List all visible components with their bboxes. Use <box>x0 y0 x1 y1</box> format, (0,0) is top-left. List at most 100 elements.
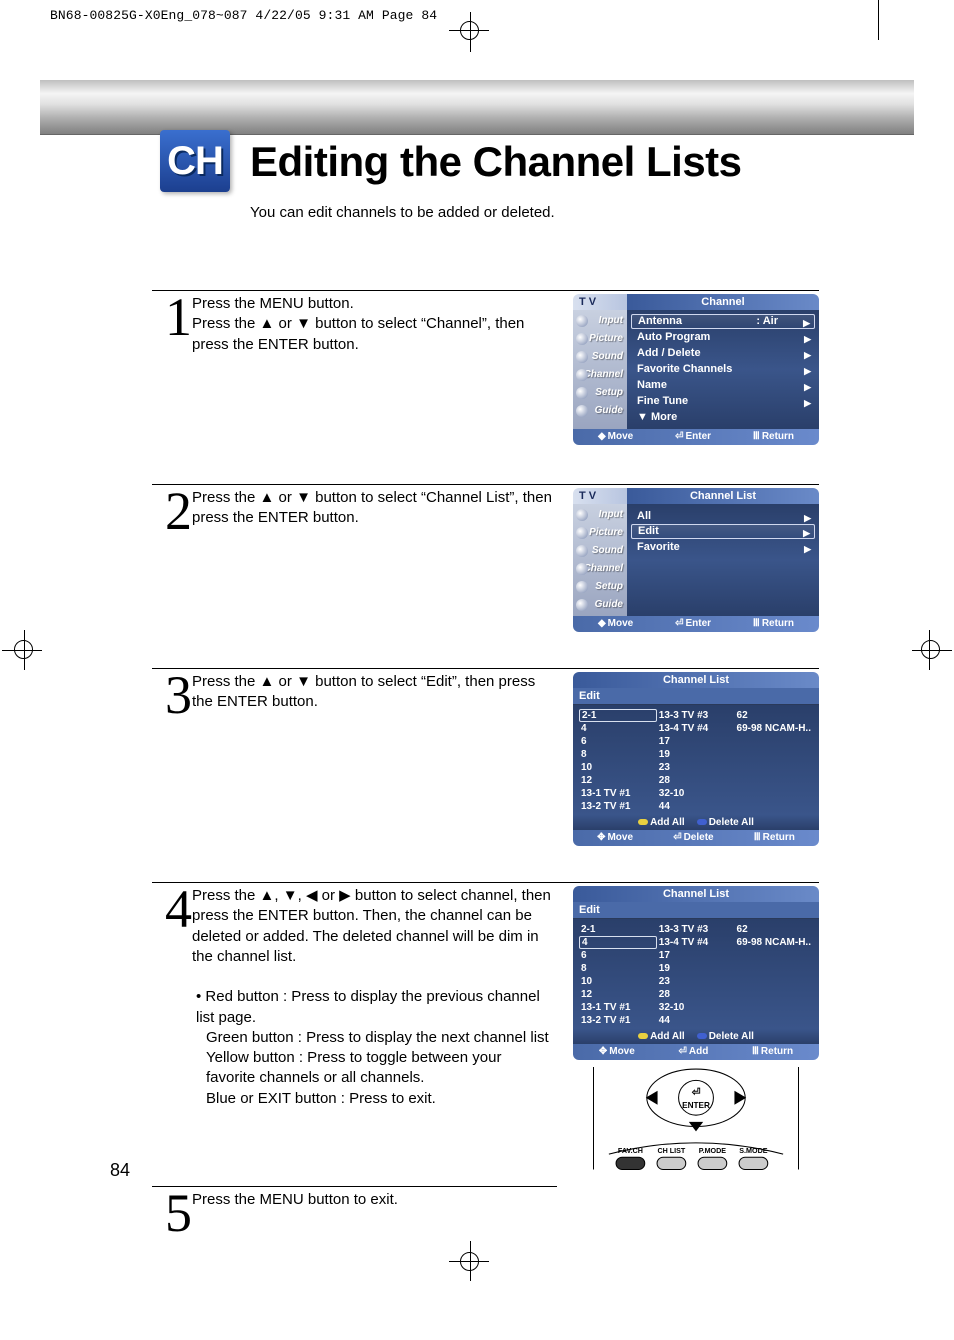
channel-list-item: 10 <box>579 761 657 774</box>
channel-list-item: 13-2 TV #1 <box>579 1014 657 1027</box>
channel-list-item: 62 <box>735 923 813 936</box>
osd-bottom-options: Add All Delete All <box>573 815 819 830</box>
osd-side-tab: Input <box>573 312 627 330</box>
enter-icon: ⏎ <box>673 832 681 843</box>
osd-header-left: T V <box>573 488 627 504</box>
channel-list-item: 17 <box>657 949 735 962</box>
osd-side-tab: Setup <box>573 384 627 402</box>
channel-list-item: 13-2 TV #1 <box>579 800 657 813</box>
osd-tab-edit: Edit <box>573 688 819 705</box>
page-number: 84 <box>110 1160 130 1181</box>
channel-list-item: 8 <box>579 748 657 761</box>
blue-dot-icon <box>697 819 707 825</box>
channel-list-item: 62 <box>735 709 813 722</box>
channel-list-item: 28 <box>657 988 735 1001</box>
osd-menu-row: Fine Tune▶ <box>631 393 815 409</box>
page-subtitle: You can edit channels to be added or del… <box>250 204 555 221</box>
channel-list-item: 13-4 TV #4 <box>657 722 735 735</box>
channel-list-item: 6 <box>579 735 657 748</box>
channel-list-item: 13-3 TV #3 <box>657 709 735 722</box>
osd-menu-row: Favorite▶ <box>631 539 815 555</box>
osd-menu-row: Name▶ <box>631 377 815 393</box>
step-instruction: Press the MENU button. Press the ▲ or ▼ … <box>192 294 552 355</box>
osd-side-tab: Input <box>573 506 627 524</box>
svg-text:ENTER: ENTER <box>682 1101 710 1110</box>
down-glyph: ▼ <box>296 489 311 506</box>
osd-channel-list-menu: T V Channel List InputPictureSoundChanne… <box>573 488 819 632</box>
updown-icon: ◆ <box>598 618 606 629</box>
channel-list-item: 17 <box>657 735 735 748</box>
channel-list-item: 4 <box>579 722 657 735</box>
ch-badge: CH CH <box>160 130 230 192</box>
osd-side-tab: Channel <box>573 560 627 578</box>
osd-tab-edit: Edit <box>573 902 819 919</box>
up-glyph: ▲ <box>260 489 275 506</box>
step-number: 1 <box>152 286 192 348</box>
down-glyph: ▼ <box>283 887 298 904</box>
step-instruction: Press the MENU button to exit. <box>192 1190 552 1210</box>
move-icon: ✥ <box>597 832 605 843</box>
channel-col-3: 6269-98 NCAM-H.. <box>735 709 813 813</box>
osd-menu-row: Antenna: Air▶ <box>631 314 815 329</box>
osd-channel-menu: T V Channel InputPictureSoundChannelSetu… <box>573 294 819 445</box>
channel-list-item: 32-10 <box>657 787 735 800</box>
osd-header-right: Channel <box>627 294 819 310</box>
osd-side-tab: Sound <box>573 348 627 366</box>
step-rule <box>152 484 819 485</box>
osd-side-tab: Setup <box>573 578 627 596</box>
svg-text:FAV.CH: FAV.CH <box>618 1147 643 1155</box>
step-rule <box>152 668 819 669</box>
down-glyph: ▼ <box>296 315 311 332</box>
right-glyph: ▶ <box>339 887 351 904</box>
channel-list-item: 69-98 NCAM-H.. <box>735 722 813 735</box>
move-icon: ✥ <box>599 1046 607 1057</box>
step-instruction: Press the ▲ or ▼ button to select “Edit”… <box>192 672 552 713</box>
channel-list-item: 23 <box>657 975 735 988</box>
channel-list-item: 2-1 <box>579 923 657 936</box>
step-number: 4 <box>152 878 192 940</box>
channel-list-item: 28 <box>657 774 735 787</box>
osd-header: Channel List <box>573 886 819 902</box>
osd-main-list: All▶Edit▶Favorite▶ <box>627 504 819 616</box>
osd-menu-row: All▶ <box>631 508 815 524</box>
up-glyph: ▲ <box>260 887 275 904</box>
menu-icon: Ⅲ <box>753 431 760 442</box>
channel-list-item: 13-1 TV #1 <box>579 787 657 800</box>
channel-list-item: 44 <box>657 1014 735 1027</box>
osd-side-tab: Guide <box>573 596 627 614</box>
down-glyph: ▼ <box>296 673 311 690</box>
channel-list-item: 6 <box>579 949 657 962</box>
step-instruction: Press the ▲, ▼, ◀ or ▶ button to select … <box>192 886 552 1109</box>
blue-dot-icon <box>697 1033 707 1039</box>
channel-list-item: 69-98 NCAM-H.. <box>735 936 813 949</box>
osd-sidebar: InputPictureSoundChannelSetupGuide <box>573 504 627 616</box>
svg-text:CH LIST: CH LIST <box>657 1147 685 1155</box>
channel-col-2: 13-3 TV #313-4 TV #41719232832-1044 <box>657 709 735 813</box>
osd-side-tab: Channel <box>573 366 627 384</box>
svg-text:P.MODE: P.MODE <box>699 1147 727 1155</box>
left-glyph: ◀ <box>306 887 318 904</box>
header-bar <box>40 80 914 135</box>
osd-menu-row: Add / Delete▶ <box>631 345 815 361</box>
updown-icon: ◆ <box>598 431 606 442</box>
channel-list-item: 12 <box>579 774 657 787</box>
step-number: 5 <box>152 1182 192 1244</box>
osd-sidebar: InputPictureSoundChannelSetupGuide <box>573 310 627 429</box>
up-glyph: ▲ <box>260 673 275 690</box>
step-number: 3 <box>152 664 192 726</box>
enter-icon: ⏎ <box>678 1046 686 1057</box>
channel-col-2: 13-3 TV #313-4 TV #41719232832-1044 <box>657 923 735 1027</box>
osd-edit-list: Channel List Edit 2-1468101213-1 TV #113… <box>573 672 819 846</box>
channel-list-item: 19 <box>657 962 735 975</box>
step-rule <box>152 1186 557 1187</box>
channel-list-item: 12 <box>579 988 657 1001</box>
remote-diagram: ⏎ ENTER FAV.CH CH LIST P.MODE S.MODE <box>573 1067 819 1183</box>
yellow-dot-icon <box>638 1033 648 1039</box>
page-title: Editing the Channel Lists <box>250 138 742 186</box>
osd-header: Channel List <box>573 672 819 688</box>
osd-footer: ✥Move ⏎Delete ⅢReturn <box>573 830 819 846</box>
channel-list-item: 13-4 TV #4 <box>657 936 735 949</box>
osd-footer: ✥Move ⏎Add ⅢReturn <box>573 1044 819 1060</box>
osd-menu-row: Edit▶ <box>631 524 815 539</box>
right-arrow-icon: ▶ <box>804 541 811 557</box>
